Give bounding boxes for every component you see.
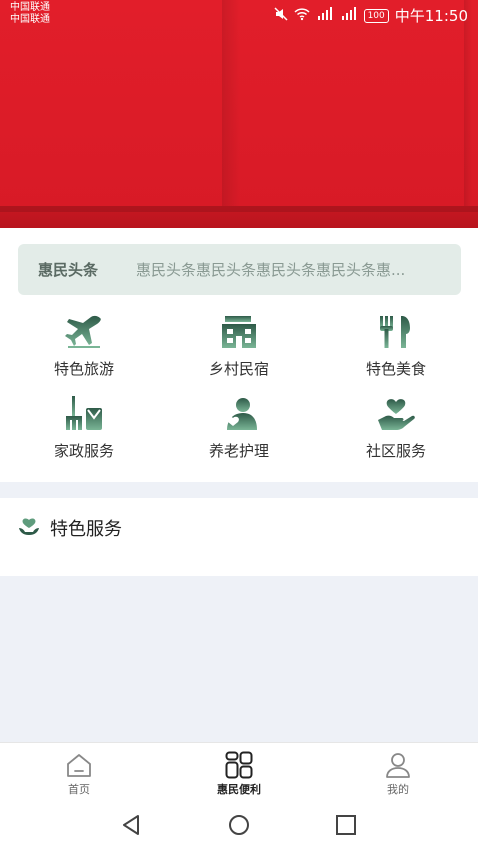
status-right: 100 中午11:50	[274, 5, 468, 26]
bottom-tab-bar: 首页 惠民便利 我的	[0, 742, 478, 800]
service-label: 家政服务	[53, 442, 114, 460]
broom-icon	[64, 396, 104, 432]
mute-icon	[274, 7, 288, 24]
service-label: 特色美食	[365, 360, 426, 378]
service-homestay[interactable]: 乡村民宿	[179, 314, 299, 379]
carrier-2: 中国联通	[10, 14, 50, 25]
recent-apps-icon[interactable]	[334, 814, 358, 836]
tab-label: 首页	[68, 783, 90, 796]
service-travel[interactable]: 特色旅游	[24, 314, 144, 379]
banner-curtain-bottom	[0, 206, 478, 228]
system-navigation-bar	[0, 800, 478, 850]
banner-fold	[464, 0, 478, 228]
ticker-title: 惠民头条	[38, 261, 99, 279]
tab-profile[interactable]: 我的	[358, 751, 438, 797]
back-icon[interactable]	[120, 814, 144, 836]
ticker-text[interactable]: 惠民头条惠民头条惠民头条惠民头条惠...	[136, 259, 441, 280]
special-services-section: 特色服务	[0, 498, 478, 576]
banner-fold	[222, 0, 252, 228]
tab-convenience[interactable]: 惠民便利	[199, 751, 279, 797]
home-circle-icon[interactable]	[227, 814, 251, 836]
service-label: 社区服务	[365, 442, 426, 460]
wifi-icon	[294, 7, 310, 24]
user-icon	[384, 751, 412, 779]
signal-icon	[340, 7, 358, 24]
carrier-info: 中国联通 中国联通	[10, 2, 50, 26]
house-icon	[219, 314, 259, 350]
tab-label: 我的	[387, 783, 409, 796]
grid-icon	[225, 751, 253, 779]
services-card: 惠民头条 惠民头条惠民头条惠民头条惠民头条惠... 特色旅游 乡村民宿 特色美食…	[0, 228, 478, 482]
section-title: 特色服务	[50, 519, 122, 540]
cutlery-icon	[376, 314, 416, 350]
battery-indicator: 100	[363, 8, 389, 23]
hand-leaf-icon	[18, 518, 40, 536]
carrier-1: 中国联通	[10, 2, 50, 13]
home-icon	[65, 751, 93, 779]
service-food[interactable]: 特色美食	[336, 314, 456, 379]
banner[interactable]	[0, 0, 478, 228]
service-label: 养老护理	[208, 442, 269, 460]
service-label: 特色旅游	[53, 360, 114, 378]
service-housekeeping[interactable]: 家政服务	[24, 396, 144, 461]
service-elder-care[interactable]: 养老护理	[179, 396, 299, 461]
signal-icon	[316, 7, 334, 24]
status-bar: 中国联通 中国联通 100 中午11:50	[0, 0, 478, 30]
airplane-icon	[64, 314, 104, 350]
hand-heart-icon	[376, 396, 416, 432]
status-time: 中午11:50	[394, 7, 468, 25]
news-ticker[interactable]: 惠民头条 惠民头条惠民头条惠民头条惠民头条惠...	[18, 244, 461, 295]
tab-label: 惠民便利	[217, 783, 261, 796]
service-community[interactable]: 社区服务	[336, 396, 456, 461]
tab-home[interactable]: 首页	[39, 751, 119, 797]
elder-care-icon	[219, 396, 259, 432]
service-label: 乡村民宿	[208, 360, 269, 378]
